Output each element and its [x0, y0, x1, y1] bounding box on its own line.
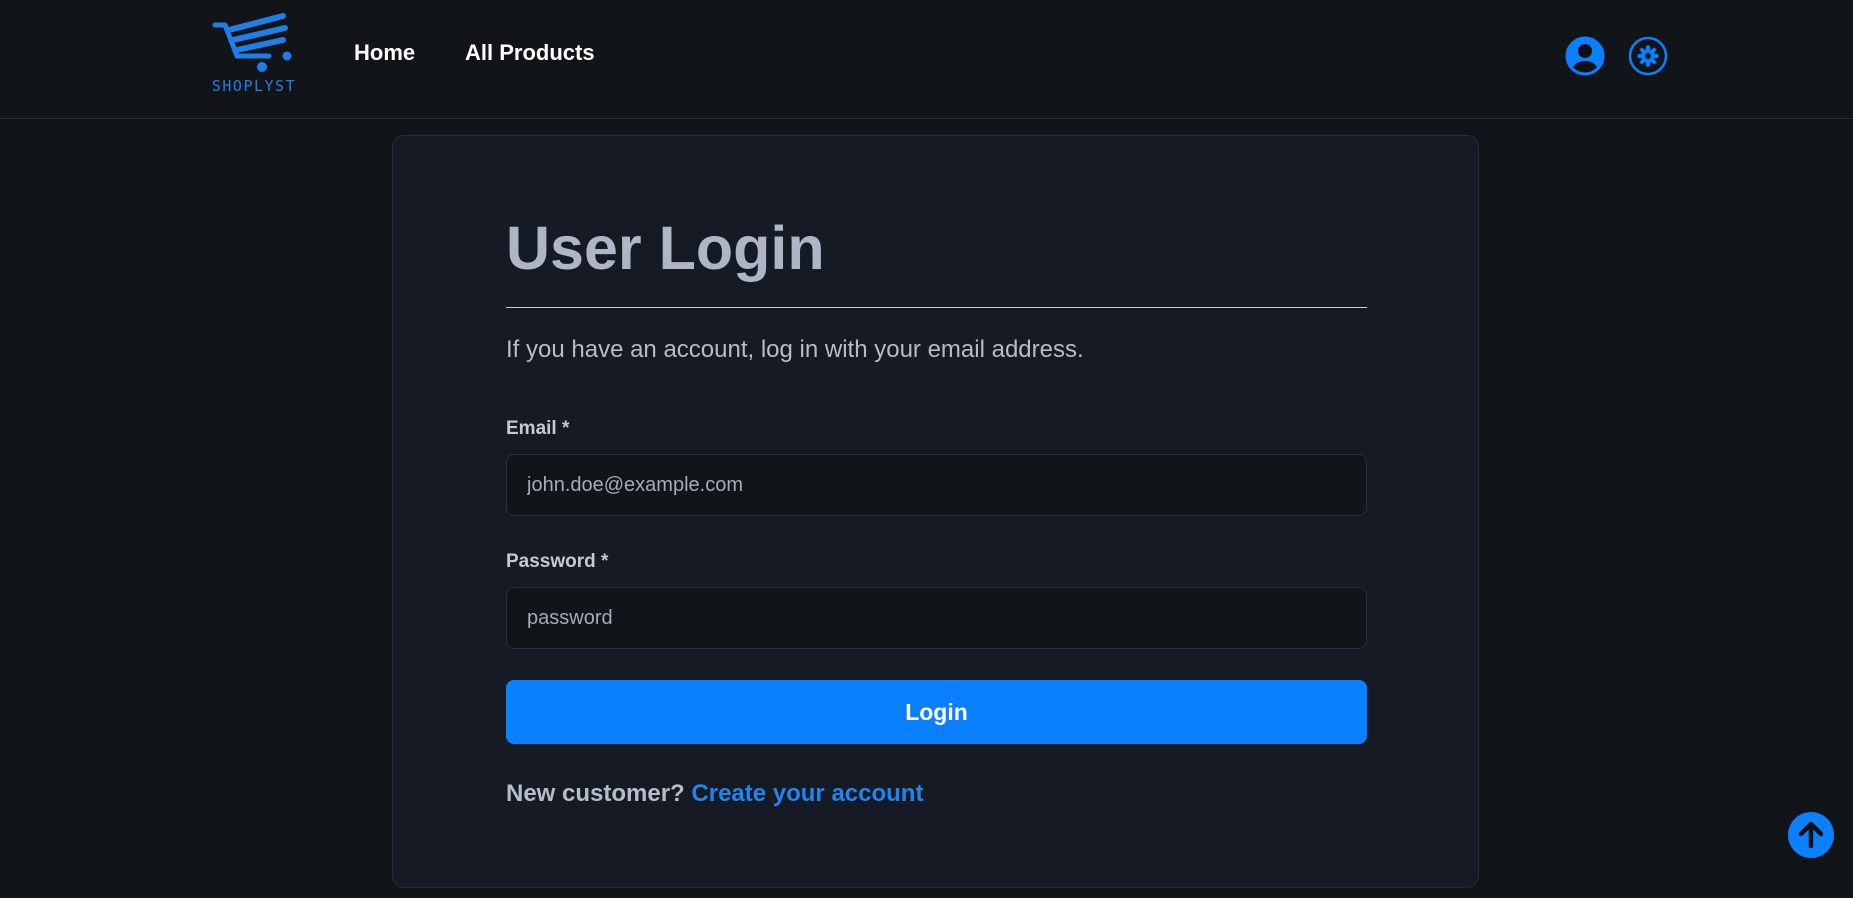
login-button[interactable]: Login [506, 680, 1367, 744]
gear-icon [1628, 36, 1668, 76]
title-divider [506, 307, 1367, 308]
signup-prompt-text: New customer? [506, 780, 685, 807]
settings-button[interactable] [1628, 36, 1668, 76]
brand-name: SHOPLYST [211, 77, 297, 95]
login-instructions: If you have an account, log in with your… [506, 336, 1084, 363]
user-circle-icon [1565, 36, 1605, 76]
password-field[interactable] [506, 587, 1367, 649]
page-title: User Login [506, 214, 825, 282]
navbar: SHOPLYST Home All Products [0, 0, 1853, 119]
password-label: Password * [506, 551, 609, 572]
user-account-button[interactable] [1565, 36, 1605, 76]
nav-link-home[interactable]: Home [354, 40, 415, 66]
arrow-up-icon [1798, 821, 1824, 849]
nav-link-all-products[interactable]: All Products [465, 40, 595, 66]
email-label: Email * [506, 418, 570, 439]
email-field[interactable] [506, 454, 1367, 516]
shopping-cart-icon [212, 13, 292, 72]
brand-logo[interactable]: SHOPLYST [203, 12, 305, 100]
signup-prompt-line: New customer? Create your account [506, 780, 923, 808]
create-account-link[interactable]: Create your account [691, 780, 923, 807]
login-card: User Login If you have an account, log i… [392, 135, 1479, 888]
scroll-to-top-button[interactable] [1788, 812, 1834, 858]
